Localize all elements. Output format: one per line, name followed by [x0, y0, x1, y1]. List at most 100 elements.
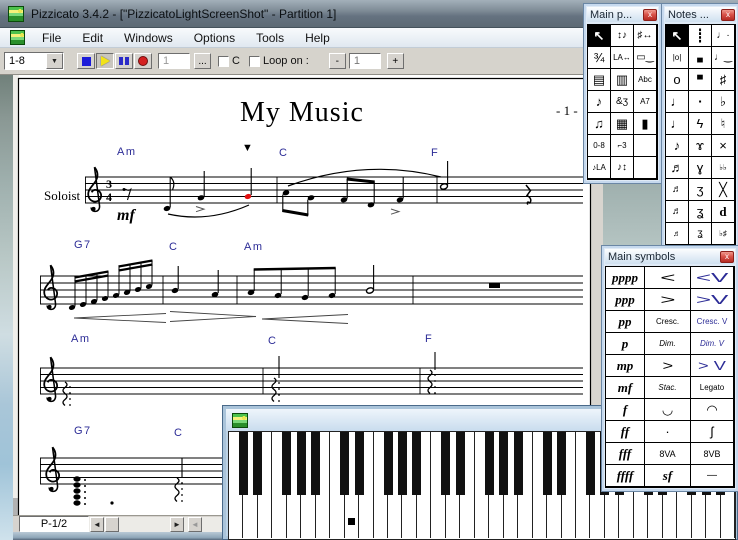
- half-note-tool[interactable]: ♩: [666, 91, 689, 113]
- time-signature-tool[interactable]: ¾: [588, 47, 611, 69]
- crescendo-hairpin-v[interactable]: <V: [691, 267, 734, 289]
- whole-note-tool[interactable]: o: [666, 69, 689, 91]
- eighth-rest-tool[interactable]: ɤ: [689, 135, 712, 157]
- palette-notes-titlebar[interactable]: Notes ... x: [665, 7, 736, 22]
- diminuendo-hairpin-v[interactable]: >V: [691, 289, 734, 311]
- chord-label[interactable]: C: [268, 335, 277, 347]
- legato-text[interactable]: Legato: [691, 377, 734, 399]
- chord-label[interactable]: F: [425, 333, 433, 345]
- sharp-tool[interactable]: ♯: [712, 69, 735, 91]
- pointer-tool[interactable]: ↖: [588, 25, 611, 47]
- scroll-left-button[interactable]: ◄: [90, 517, 104, 532]
- natural-tool[interactable]: ♮: [712, 113, 735, 135]
- chevron-down-icon[interactable]: ▼: [46, 53, 63, 69]
- menu-tools[interactable]: Tools: [252, 30, 288, 46]
- eighth-rest-block-tool[interactable]: ▪: [689, 91, 712, 113]
- piano-key-black-10[interactable]: [383, 432, 393, 495]
- play-button[interactable]: [96, 53, 114, 69]
- close-icon[interactable]: x: [721, 8, 735, 21]
- crescendo-text-v[interactable]: Cresc. V: [691, 311, 734, 333]
- text-block-tool[interactable]: ▥: [611, 69, 634, 91]
- piano-key-black-18[interactable]: [499, 432, 509, 495]
- diminuendo-text[interactable]: Dim.: [645, 333, 691, 355]
- dynamic-fff[interactable]: fff: [606, 443, 645, 465]
- record-button[interactable]: [134, 53, 152, 69]
- stop-button[interactable]: [77, 53, 95, 69]
- dynamic-ppp[interactable]: ppp: [606, 289, 645, 311]
- half-rest-tool[interactable]: ▀: [689, 69, 712, 91]
- staff-notes-tool[interactable]: ▦: [611, 113, 634, 135]
- dynamic-mf[interactable]: mf: [606, 377, 645, 399]
- cross-notehead-tool[interactable]: ╳: [712, 179, 735, 201]
- tenuto[interactable]: —: [691, 465, 734, 487]
- quarter-note-tool[interactable]: ♩: [666, 113, 689, 135]
- accent[interactable]: >: [645, 355, 691, 377]
- close-icon[interactable]: x: [643, 8, 657, 21]
- loop-count-field[interactable]: 1: [348, 53, 381, 69]
- dynamic-pppp[interactable]: pppp: [606, 267, 645, 289]
- menu-help[interactable]: Help: [301, 30, 334, 46]
- dynamic-f[interactable]: f: [606, 399, 645, 421]
- text-tool[interactable]: Abc: [634, 69, 657, 91]
- double-flat-tool[interactable]: ♭♭: [712, 157, 735, 179]
- piano-key-black-19[interactable]: [513, 432, 523, 495]
- note-pitch-tool[interactable]: ↕♪: [611, 25, 634, 47]
- breve-tool[interactable]: |o|: [666, 47, 689, 69]
- piano-key-black-15[interactable]: [455, 432, 465, 495]
- pointer-tool[interactable]: ↖: [666, 25, 689, 47]
- pause-button[interactable]: [115, 53, 133, 69]
- eighth-notes-tool[interactable]: ♫: [588, 113, 611, 135]
- menu-options[interactable]: Options: [190, 30, 239, 46]
- sixteenth-rest-tool[interactable]: ɣ: [689, 157, 712, 179]
- chord-label[interactable]: C: [279, 147, 288, 159]
- note-shift-tool[interactable]: LA↔: [611, 47, 634, 69]
- onetwentyeighth-note-tool[interactable]: ♬: [666, 223, 689, 245]
- dotted-note-tool[interactable]: ♩·: [712, 25, 735, 47]
- keyboard-octave-tool[interactable]: 0-8: [588, 135, 611, 157]
- thirtysecond-note-tool[interactable]: ♬: [666, 179, 689, 201]
- piano-key-black-14[interactable]: [441, 432, 451, 495]
- sixtyfourth-rest-tool[interactable]: ʓ: [689, 201, 712, 223]
- piano-key-black-4[interactable]: [296, 432, 306, 495]
- tuplet-tool[interactable]: ⌐3: [611, 135, 634, 157]
- slur-under[interactable]: ◡: [645, 399, 691, 421]
- scroll-right-button[interactable]: ►: [170, 517, 184, 532]
- diminuendo-hairpin[interactable]: >: [645, 289, 691, 311]
- menu-file[interactable]: File: [38, 30, 65, 46]
- loop-plus-button[interactable]: +: [386, 53, 404, 69]
- dynamic-mark[interactable]: mf: [117, 207, 135, 225]
- octave-up[interactable]: 8VA: [645, 443, 691, 465]
- piano-key-black-1[interactable]: [253, 432, 263, 495]
- piano-key-black-22[interactable]: [557, 432, 566, 495]
- menu-windows[interactable]: Windows: [120, 30, 177, 46]
- quarter-rest-tool[interactable]: ϟ: [689, 113, 712, 135]
- stem-tool[interactable]: ┋: [689, 25, 712, 47]
- loop-checkbox[interactable]: [248, 55, 260, 67]
- slur-tool[interactable]: ▭‿: [634, 47, 657, 69]
- chord-label[interactable]: F: [431, 147, 439, 159]
- accidental-tool[interactable]: ♯↔: [634, 25, 657, 47]
- dynamic-ffff[interactable]: ffff: [606, 465, 645, 487]
- microtone-tool[interactable]: ♭♯: [712, 223, 735, 245]
- scroll-prev-page-button[interactable]: ◄: [188, 517, 202, 532]
- chord-label[interactable]: G7: [74, 425, 92, 437]
- double-sharp-tool[interactable]: ×: [712, 135, 735, 157]
- flag-note-tool[interactable]: ♪: [588, 91, 611, 113]
- piano-key-black-5[interactable]: [311, 432, 321, 495]
- staccato-dot[interactable]: ·: [645, 421, 691, 443]
- menu-edit[interactable]: Edit: [78, 30, 107, 46]
- flat-tool[interactable]: ♭: [712, 91, 735, 113]
- sixteenth-note-tool[interactable]: ♬: [666, 157, 689, 179]
- chord-label[interactable]: G7: [74, 239, 92, 251]
- diminuendo-text-v[interactable]: Dim. V: [691, 333, 734, 355]
- barline-tool[interactable]: ▤: [588, 69, 611, 91]
- more-button[interactable]: ...: [194, 53, 211, 69]
- crescendo-hairpin[interactable]: <: [645, 267, 691, 289]
- note-cursor-tool[interactable]: ▮: [634, 113, 657, 135]
- dynamic-pp[interactable]: pp: [606, 311, 645, 333]
- palette-main-titlebar[interactable]: Main p... x: [587, 7, 658, 22]
- piano-key-black-0[interactable]: [238, 432, 248, 495]
- chord-label[interactable]: Am: [244, 241, 264, 253]
- piano-key-black-7[interactable]: [340, 432, 350, 495]
- piano-key-black-24[interactable]: [585, 432, 595, 495]
